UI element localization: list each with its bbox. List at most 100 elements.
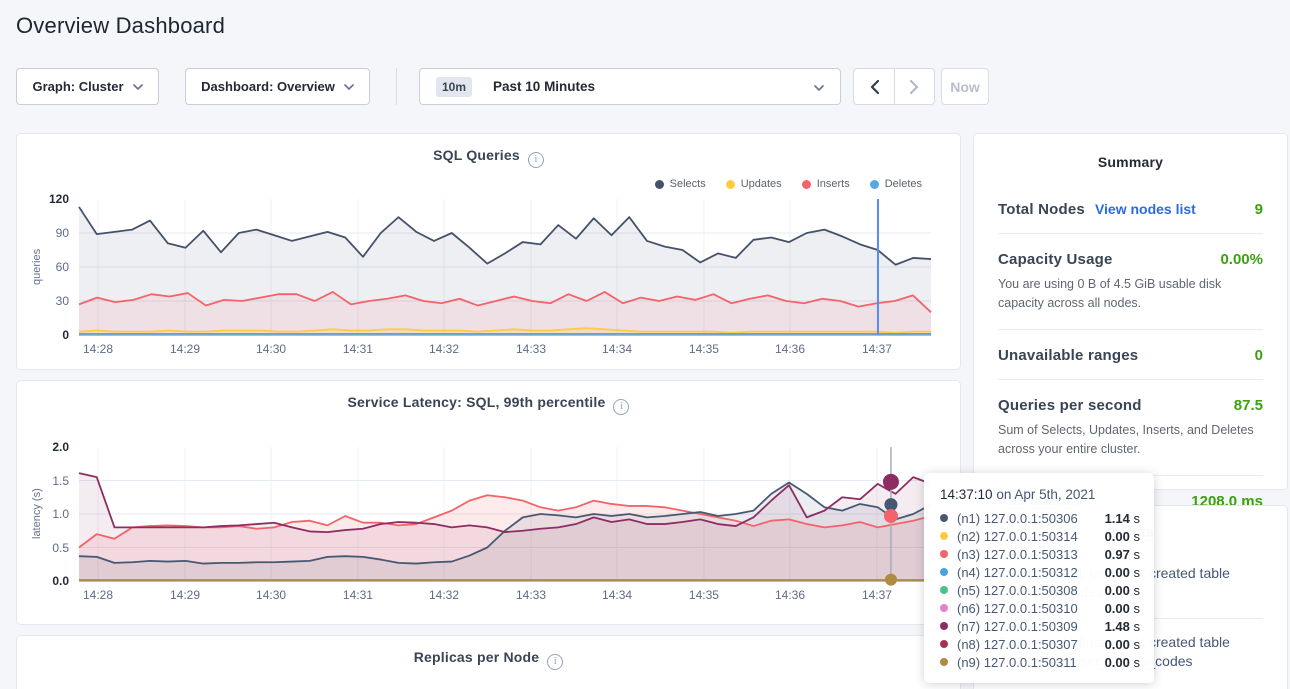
summary-row-qps: Queries per second 87.5 Sum of Selects, … <box>998 380 1263 476</box>
tooltip-series-row: (n5) 127.0.0.1:503080.00 s <box>940 581 1140 599</box>
summary-value: 0 <box>1255 347 1263 364</box>
series-color-dot <box>870 180 879 189</box>
series-color-dot <box>726 180 735 189</box>
y-axis-tick: 0 <box>17 327 69 343</box>
series-color-dot <box>940 622 948 630</box>
tooltip-series-row: (n1) 127.0.0.1:50306 1.14 s <box>940 509 1140 527</box>
y-axis-tick: 2.0 <box>17 439 69 455</box>
x-axis-tick: 14:35 <box>689 342 719 356</box>
x-axis-tick: 14:33 <box>516 342 546 356</box>
summary-value: 0.00% <box>1220 251 1263 268</box>
series-color-dot <box>940 568 948 576</box>
summary-value: 87.5 <box>1234 397 1263 414</box>
tooltip-node-value: 1.48 s <box>1105 619 1140 634</box>
summary-label: Capacity Usage <box>998 251 1113 268</box>
tooltip-node-value: 0.00 s <box>1105 655 1140 670</box>
tooltip-series-row: (n2) 127.0.0.1:50314 0.00 s <box>940 527 1140 545</box>
series-color-dot <box>802 180 811 189</box>
y-axis-tick: 30 <box>17 293 69 309</box>
tooltip-series-row: (n9) 127.0.0.1:503110.00 s <box>940 653 1140 671</box>
tooltip-node-value: 1.14 s <box>1105 511 1140 526</box>
y-axis-label: queries <box>31 199 43 335</box>
x-axis-tick: 14:34 <box>602 342 632 356</box>
legend-item[interactable]: Deletes <box>870 178 922 190</box>
x-axis-tick: 14:32 <box>429 342 459 356</box>
y-axis-tick: 0.5 <box>17 540 69 556</box>
now-button[interactable]: Now <box>941 68 989 105</box>
x-axis-tick: 14:36 <box>775 342 805 356</box>
legend-item[interactable]: Inserts <box>802 178 850 190</box>
tooltip-series-row: (n4) 127.0.0.1:503120.00 s <box>940 563 1140 581</box>
tooltip-series-row: (n8) 127.0.0.1:503070.00 s <box>940 635 1140 653</box>
summary-panel: Summary Total Nodes View nodes list 9 Ca… <box>973 133 1288 490</box>
summary-row-unavailable-ranges: Unavailable ranges 0 <box>998 330 1263 380</box>
next-interval-button[interactable] <box>894 69 934 104</box>
graph-scope-dropdown[interactable]: Graph: Cluster <box>16 68 159 105</box>
tooltip-node-name: (n3) 127.0.0.1:50313 <box>957 547 1078 562</box>
tooltip-series-row: (n6) 127.0.0.1:503100.00 s <box>940 599 1140 617</box>
info-icon[interactable]: i <box>613 399 629 415</box>
x-axis-tick: 14:35 <box>689 588 719 602</box>
series-color-dot <box>940 550 948 558</box>
view-nodes-list-link[interactable]: View nodes list <box>1095 201 1196 217</box>
graph-scope-label: Graph: Cluster <box>32 79 123 94</box>
dashboard-dropdown[interactable]: Dashboard: Overview <box>185 68 370 105</box>
y-axis-tick: 1.5 <box>17 473 69 489</box>
x-axis-tick: 14:28 <box>83 588 113 602</box>
summary-title: Summary <box>974 134 1287 170</box>
y-axis-label: latency (s) <box>31 447 43 581</box>
x-axis-tick: 14:31 <box>343 342 373 356</box>
tooltip-timestamp: 14:37:10 on Apr 5th, 2021 <box>940 487 1140 502</box>
series-color-dot <box>940 586 948 594</box>
x-axis-tick: 14:28 <box>83 342 113 356</box>
prev-interval-button[interactable] <box>854 69 894 104</box>
tooltip-node-name: (n5) 127.0.0.1:50308 <box>957 583 1078 598</box>
service-latency-card: Service Latency: SQL, 99th percentilei 0… <box>16 380 961 625</box>
series-color-dot <box>940 604 948 612</box>
tooltip-node-name: (n7) 127.0.0.1:50309 <box>957 619 1078 634</box>
x-axis-tick: 14:37 <box>862 588 892 602</box>
service-latency-plot[interactable]: 0.00.51.01.52.014:2814:2914:3014:3114:32… <box>17 447 960 605</box>
summary-description: You are using 0 B of 4.5 GiB usable disk… <box>998 275 1263 314</box>
time-range-badge: 10m <box>436 77 472 97</box>
summary-label: Total Nodes <box>998 201 1085 218</box>
series-color-dot <box>940 640 948 648</box>
controls-divider <box>396 68 397 105</box>
legend-item[interactable]: Updates <box>726 178 782 190</box>
chart-title: SQL Queries <box>433 147 520 163</box>
summary-description: Sum of Selects, Updates, Inserts, and De… <box>998 421 1263 460</box>
summary-label: Queries per second <box>998 397 1142 414</box>
x-axis-tick: 14:37 <box>862 342 892 356</box>
tooltip-node-name: (n4) 127.0.0.1:50312 <box>957 565 1078 580</box>
tooltip-node-value: 0.00 s <box>1105 637 1140 652</box>
tooltip-series-row: (n7) 127.0.0.1:50309 1.48 s <box>940 617 1140 635</box>
tooltip-series-row: (n3) 127.0.0.1:503130.97 s <box>940 545 1140 563</box>
sql-queries-card: SQL Queries i Selects Updates Inserts Delete… <box>16 133 961 370</box>
summary-label: Unavailable ranges <box>998 347 1138 364</box>
time-range-dropdown[interactable]: 10m Past 10 Minutes <box>419 68 841 105</box>
info-icon[interactable]: i <box>528 152 544 168</box>
chevron-right-icon <box>910 80 919 94</box>
y-axis-tick: 120 <box>17 191 69 207</box>
tooltip-node-name: (n2) 127.0.0.1:50314 <box>957 529 1078 544</box>
dashboard-controls: Graph: Cluster Dashboard: Overview 10m P… <box>16 68 989 105</box>
x-axis-tick: 14:34 <box>602 588 632 602</box>
sql-queries-plot[interactable]: 030609012014:2814:2914:3014:3114:3214:33… <box>17 199 960 359</box>
chevron-left-icon <box>870 80 879 94</box>
summary-row-capacity: Capacity Usage 0.00% You are using 0 B o… <box>998 234 1263 330</box>
x-axis-tick: 14:30 <box>256 342 286 356</box>
summary-row-total-nodes: Total Nodes View nodes list 9 <box>998 184 1263 234</box>
info-icon[interactable]: i <box>547 654 563 670</box>
x-axis-tick: 14:32 <box>429 588 459 602</box>
chart-title: Replicas per Node <box>414 649 540 665</box>
tooltip-node-value: 0.00 s <box>1105 529 1140 544</box>
legend-item[interactable]: Selects <box>655 178 706 190</box>
chevron-down-icon <box>814 85 824 91</box>
x-axis-tick: 14:36 <box>775 588 805 602</box>
chart-legend: Selects Updates Inserts Deletes <box>655 178 922 190</box>
tooltip-node-name: (n1) 127.0.0.1:50306 <box>957 511 1078 526</box>
time-range-label: Past 10 Minutes <box>493 79 595 94</box>
x-axis-tick: 14:31 <box>343 588 373 602</box>
summary-value: 9 <box>1255 201 1263 218</box>
legend-label: Selects <box>670 178 706 190</box>
